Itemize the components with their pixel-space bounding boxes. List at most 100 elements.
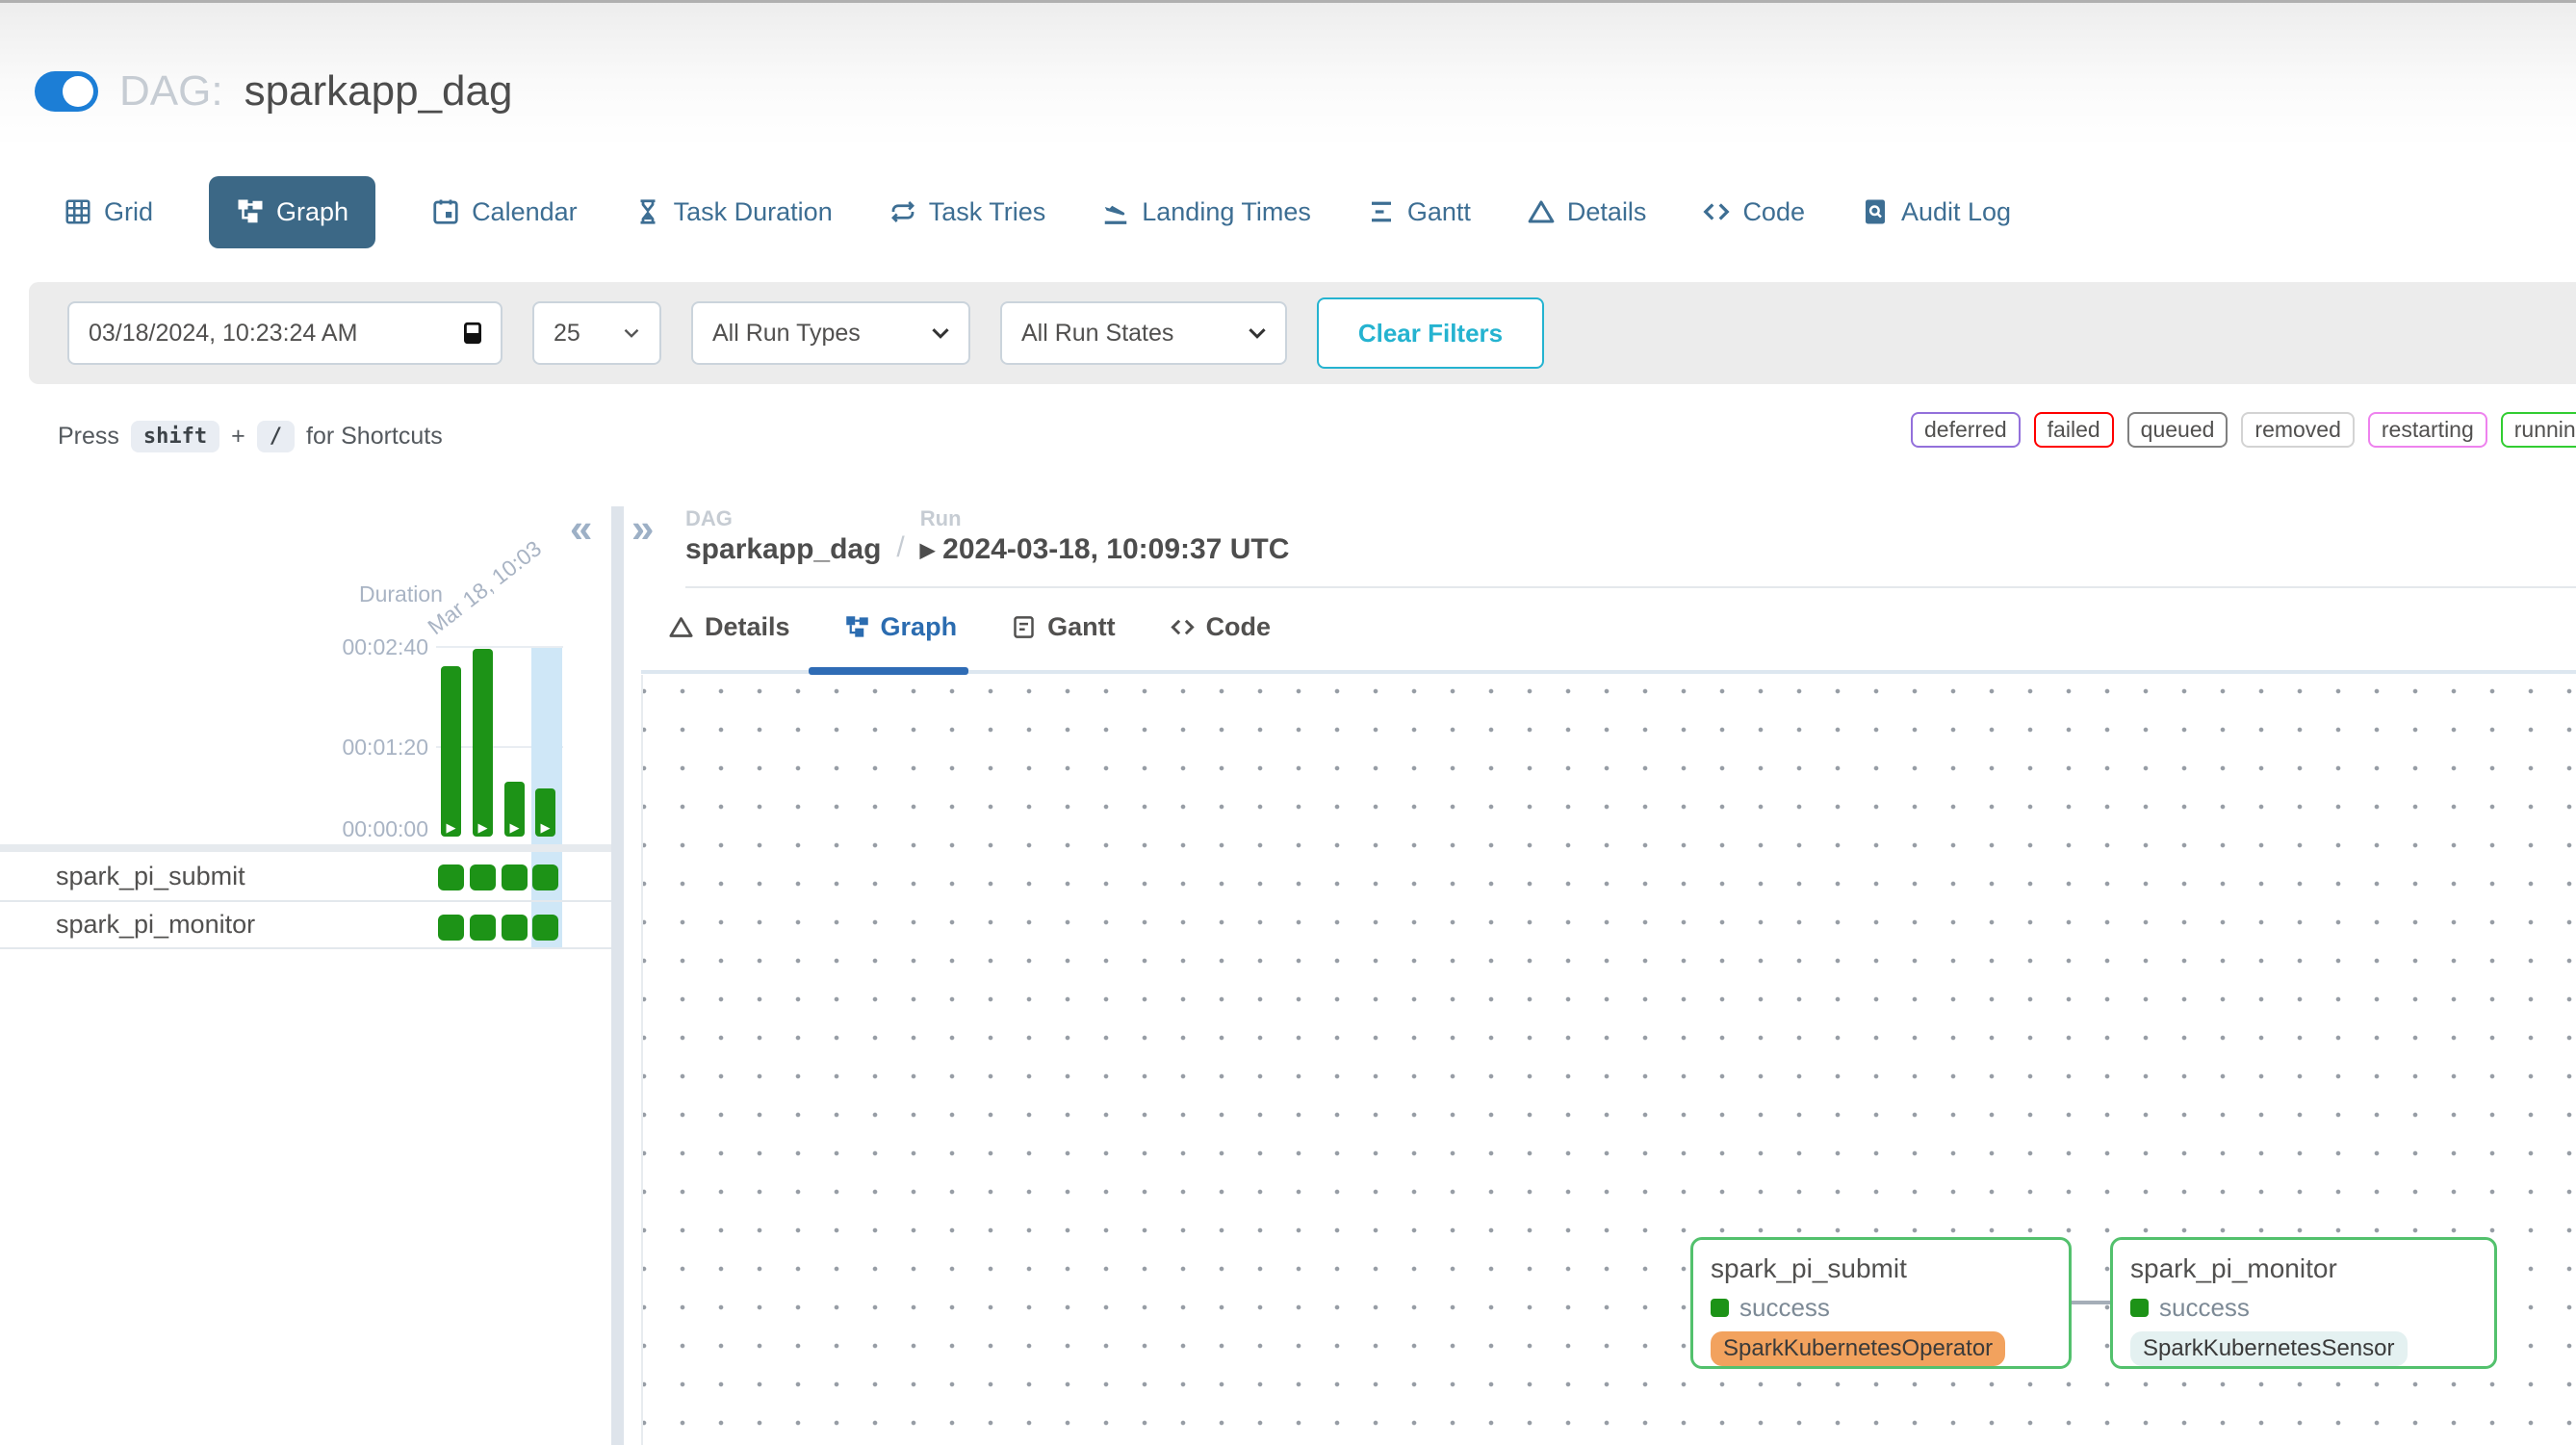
edge-submit-to-monitor bbox=[2072, 1301, 2112, 1304]
date-value: 03/18/2024, 10:23:24 AM bbox=[89, 320, 357, 348]
expand-panel-icon[interactable]: » bbox=[631, 508, 654, 549]
tab-task-tries[interactable]: Task Tries bbox=[889, 197, 1046, 227]
tab-code[interactable]: Code bbox=[1702, 197, 1805, 227]
legend-badge-running[interactable]: running bbox=[2501, 412, 2576, 448]
tab-calendar[interactable]: Calendar bbox=[431, 197, 578, 227]
chart-tasklist-separator bbox=[0, 844, 611, 852]
task-instance-square[interactable] bbox=[438, 864, 464, 890]
run-types-value: All Run Types bbox=[712, 320, 861, 348]
nav-tab-label: Task Duration bbox=[674, 197, 833, 227]
nav-tab-label: Task Tries bbox=[929, 197, 1046, 227]
state-text: success bbox=[2159, 1293, 2250, 1323]
tab-run-graph[interactable]: Graph bbox=[844, 612, 958, 642]
page-size-value: 25 bbox=[554, 320, 580, 348]
chevron-down-icon bbox=[1245, 321, 1270, 346]
tab-audit-log[interactable]: Audit Log bbox=[1861, 197, 2011, 227]
audit-log-icon bbox=[1861, 197, 1890, 226]
shortcuts-press: Press bbox=[58, 423, 119, 451]
run-states-select[interactable]: All Run States bbox=[1000, 301, 1287, 365]
graph-icon bbox=[844, 614, 870, 640]
y-tick-2: 00:02:40 bbox=[313, 634, 428, 660]
run-detail-panel: » DAG sparkapp_dag / Run ▶ 2024-03-18, 1… bbox=[624, 501, 2576, 1445]
task-instance-square[interactable] bbox=[502, 864, 528, 890]
legend-badge-queued[interactable]: queued bbox=[2127, 412, 2228, 448]
task-instance-square[interactable] bbox=[470, 915, 496, 941]
hourglass-icon bbox=[633, 197, 662, 226]
run-play-icon: ▶ bbox=[441, 821, 461, 834]
tab-details[interactable]: Details bbox=[1527, 197, 1647, 227]
node-state: success bbox=[1711, 1293, 2051, 1323]
breadcrumb-run-value[interactable]: ▶ 2024-03-18, 10:09:37 UTC bbox=[920, 533, 1290, 566]
breadcrumb-rule bbox=[685, 586, 2576, 588]
grid-icon bbox=[64, 197, 92, 226]
dag-pause-toggle[interactable] bbox=[35, 71, 98, 112]
task-instance-square[interactable] bbox=[532, 864, 558, 890]
legend-badge-deferred[interactable]: deferred bbox=[1911, 412, 2021, 448]
shortcuts-suffix: for Shortcuts bbox=[306, 423, 443, 451]
calendar-picker-icon bbox=[460, 321, 485, 346]
graph-canvas[interactable]: spark_pi_submit success SparkKubernetesO… bbox=[641, 675, 2576, 1445]
shortcuts-hint: Press shift + / for Shortcuts bbox=[58, 421, 443, 452]
code-icon bbox=[1702, 197, 1731, 226]
nav-tab-label: Calendar bbox=[472, 197, 578, 227]
tab-landing-times[interactable]: Landing Times bbox=[1101, 197, 1311, 227]
task-instance-square[interactable] bbox=[502, 915, 528, 941]
run-states-value: All Run States bbox=[1021, 320, 1173, 348]
shift-key: shift bbox=[131, 421, 219, 452]
tab-label: Gantt bbox=[1047, 612, 1116, 642]
state-text: success bbox=[1739, 1293, 1830, 1323]
legend-badge-removed[interactable]: removed bbox=[2241, 412, 2354, 448]
task-instance-square[interactable] bbox=[438, 915, 464, 941]
run-play-icon: ▶ bbox=[473, 821, 493, 834]
panel-resize-divider[interactable] bbox=[611, 506, 624, 1445]
nav-tab-label: Grid bbox=[104, 197, 153, 227]
breadcrumb-dag-value[interactable]: sparkapp_dag bbox=[685, 533, 881, 566]
tab-task-duration[interactable]: Task Duration bbox=[633, 197, 833, 227]
breadcrumb-dag: DAG sparkapp_dag bbox=[685, 506, 881, 566]
clear-filters-button[interactable]: Clear Filters bbox=[1317, 297, 1544, 369]
run-play-icon: ▶ bbox=[535, 821, 555, 834]
tab-run-details[interactable]: Details bbox=[668, 612, 790, 642]
nav-tab-label: Landing Times bbox=[1142, 197, 1311, 227]
duration-bar[interactable]: ▶ bbox=[535, 788, 555, 837]
nav-tab-label: Audit Log bbox=[1901, 197, 2011, 227]
airflow-dag-page: DAG: sparkapp_dag Grid Graph Calendar Ta… bbox=[0, 0, 2576, 1445]
dag-header: DAG: sparkapp_dag bbox=[35, 67, 512, 116]
y-tick-1: 00:01:20 bbox=[313, 735, 428, 761]
run-types-select[interactable]: All Run Types bbox=[691, 301, 970, 365]
tab-run-gantt[interactable]: Gantt bbox=[1011, 612, 1116, 642]
breadcrumb-run: Run ▶ 2024-03-18, 10:09:37 UTC bbox=[920, 506, 1290, 566]
graph-icon bbox=[236, 197, 265, 226]
tab-graph[interactable]: Graph bbox=[209, 176, 375, 248]
collapse-panel-icon[interactable]: « bbox=[570, 508, 592, 549]
operator-badge: SparkKubernetesOperator bbox=[1711, 1331, 2005, 1366]
node-spark-pi-submit[interactable]: spark_pi_submit success SparkKubernetesO… bbox=[1690, 1237, 2072, 1369]
breadcrumb-run-label: Run bbox=[920, 506, 1290, 531]
tab-run-code[interactable]: Code bbox=[1170, 612, 1272, 642]
legend-badge-failed[interactable]: failed bbox=[2034, 412, 2114, 448]
task-name: spark_pi_monitor bbox=[56, 910, 255, 940]
duration-bar[interactable]: ▶ bbox=[504, 782, 525, 837]
slash-key: / bbox=[257, 421, 295, 452]
breadcrumb-separator: / bbox=[896, 531, 904, 566]
legend-badge-restarting[interactable]: restarting bbox=[2368, 412, 2487, 448]
y-tick-0: 00:00:00 bbox=[313, 816, 428, 842]
warning-triangle-icon bbox=[668, 614, 694, 640]
node-spark-pi-monitor[interactable]: spark_pi_monitor success SparkKubernetes… bbox=[2110, 1237, 2497, 1369]
task-instance-square[interactable] bbox=[532, 915, 558, 941]
repeat-icon bbox=[889, 197, 917, 226]
task-name: spark_pi_submit bbox=[56, 862, 245, 891]
active-tab-underline bbox=[809, 667, 968, 675]
duration-bar[interactable]: ▶ bbox=[441, 666, 461, 837]
task-instance-square[interactable] bbox=[470, 864, 496, 890]
tab-grid[interactable]: Grid bbox=[64, 197, 153, 227]
filter-bar: 03/18/2024, 10:23:24 AM 25 All Run Types… bbox=[29, 282, 2576, 384]
page-size-select[interactable]: 25 bbox=[532, 301, 661, 365]
tab-gantt[interactable]: Gantt bbox=[1367, 197, 1471, 227]
duration-bar[interactable]: ▶ bbox=[473, 649, 493, 837]
operator-badge: SparkKubernetesSensor bbox=[2130, 1331, 2408, 1366]
run-date-input[interactable]: 03/18/2024, 10:23:24 AM bbox=[67, 301, 502, 365]
nav-tab-label: Code bbox=[1742, 197, 1805, 227]
nav-tab-label: Graph bbox=[276, 197, 348, 227]
breadcrumb: DAG sparkapp_dag / Run ▶ 2024-03-18, 10:… bbox=[685, 506, 1289, 566]
